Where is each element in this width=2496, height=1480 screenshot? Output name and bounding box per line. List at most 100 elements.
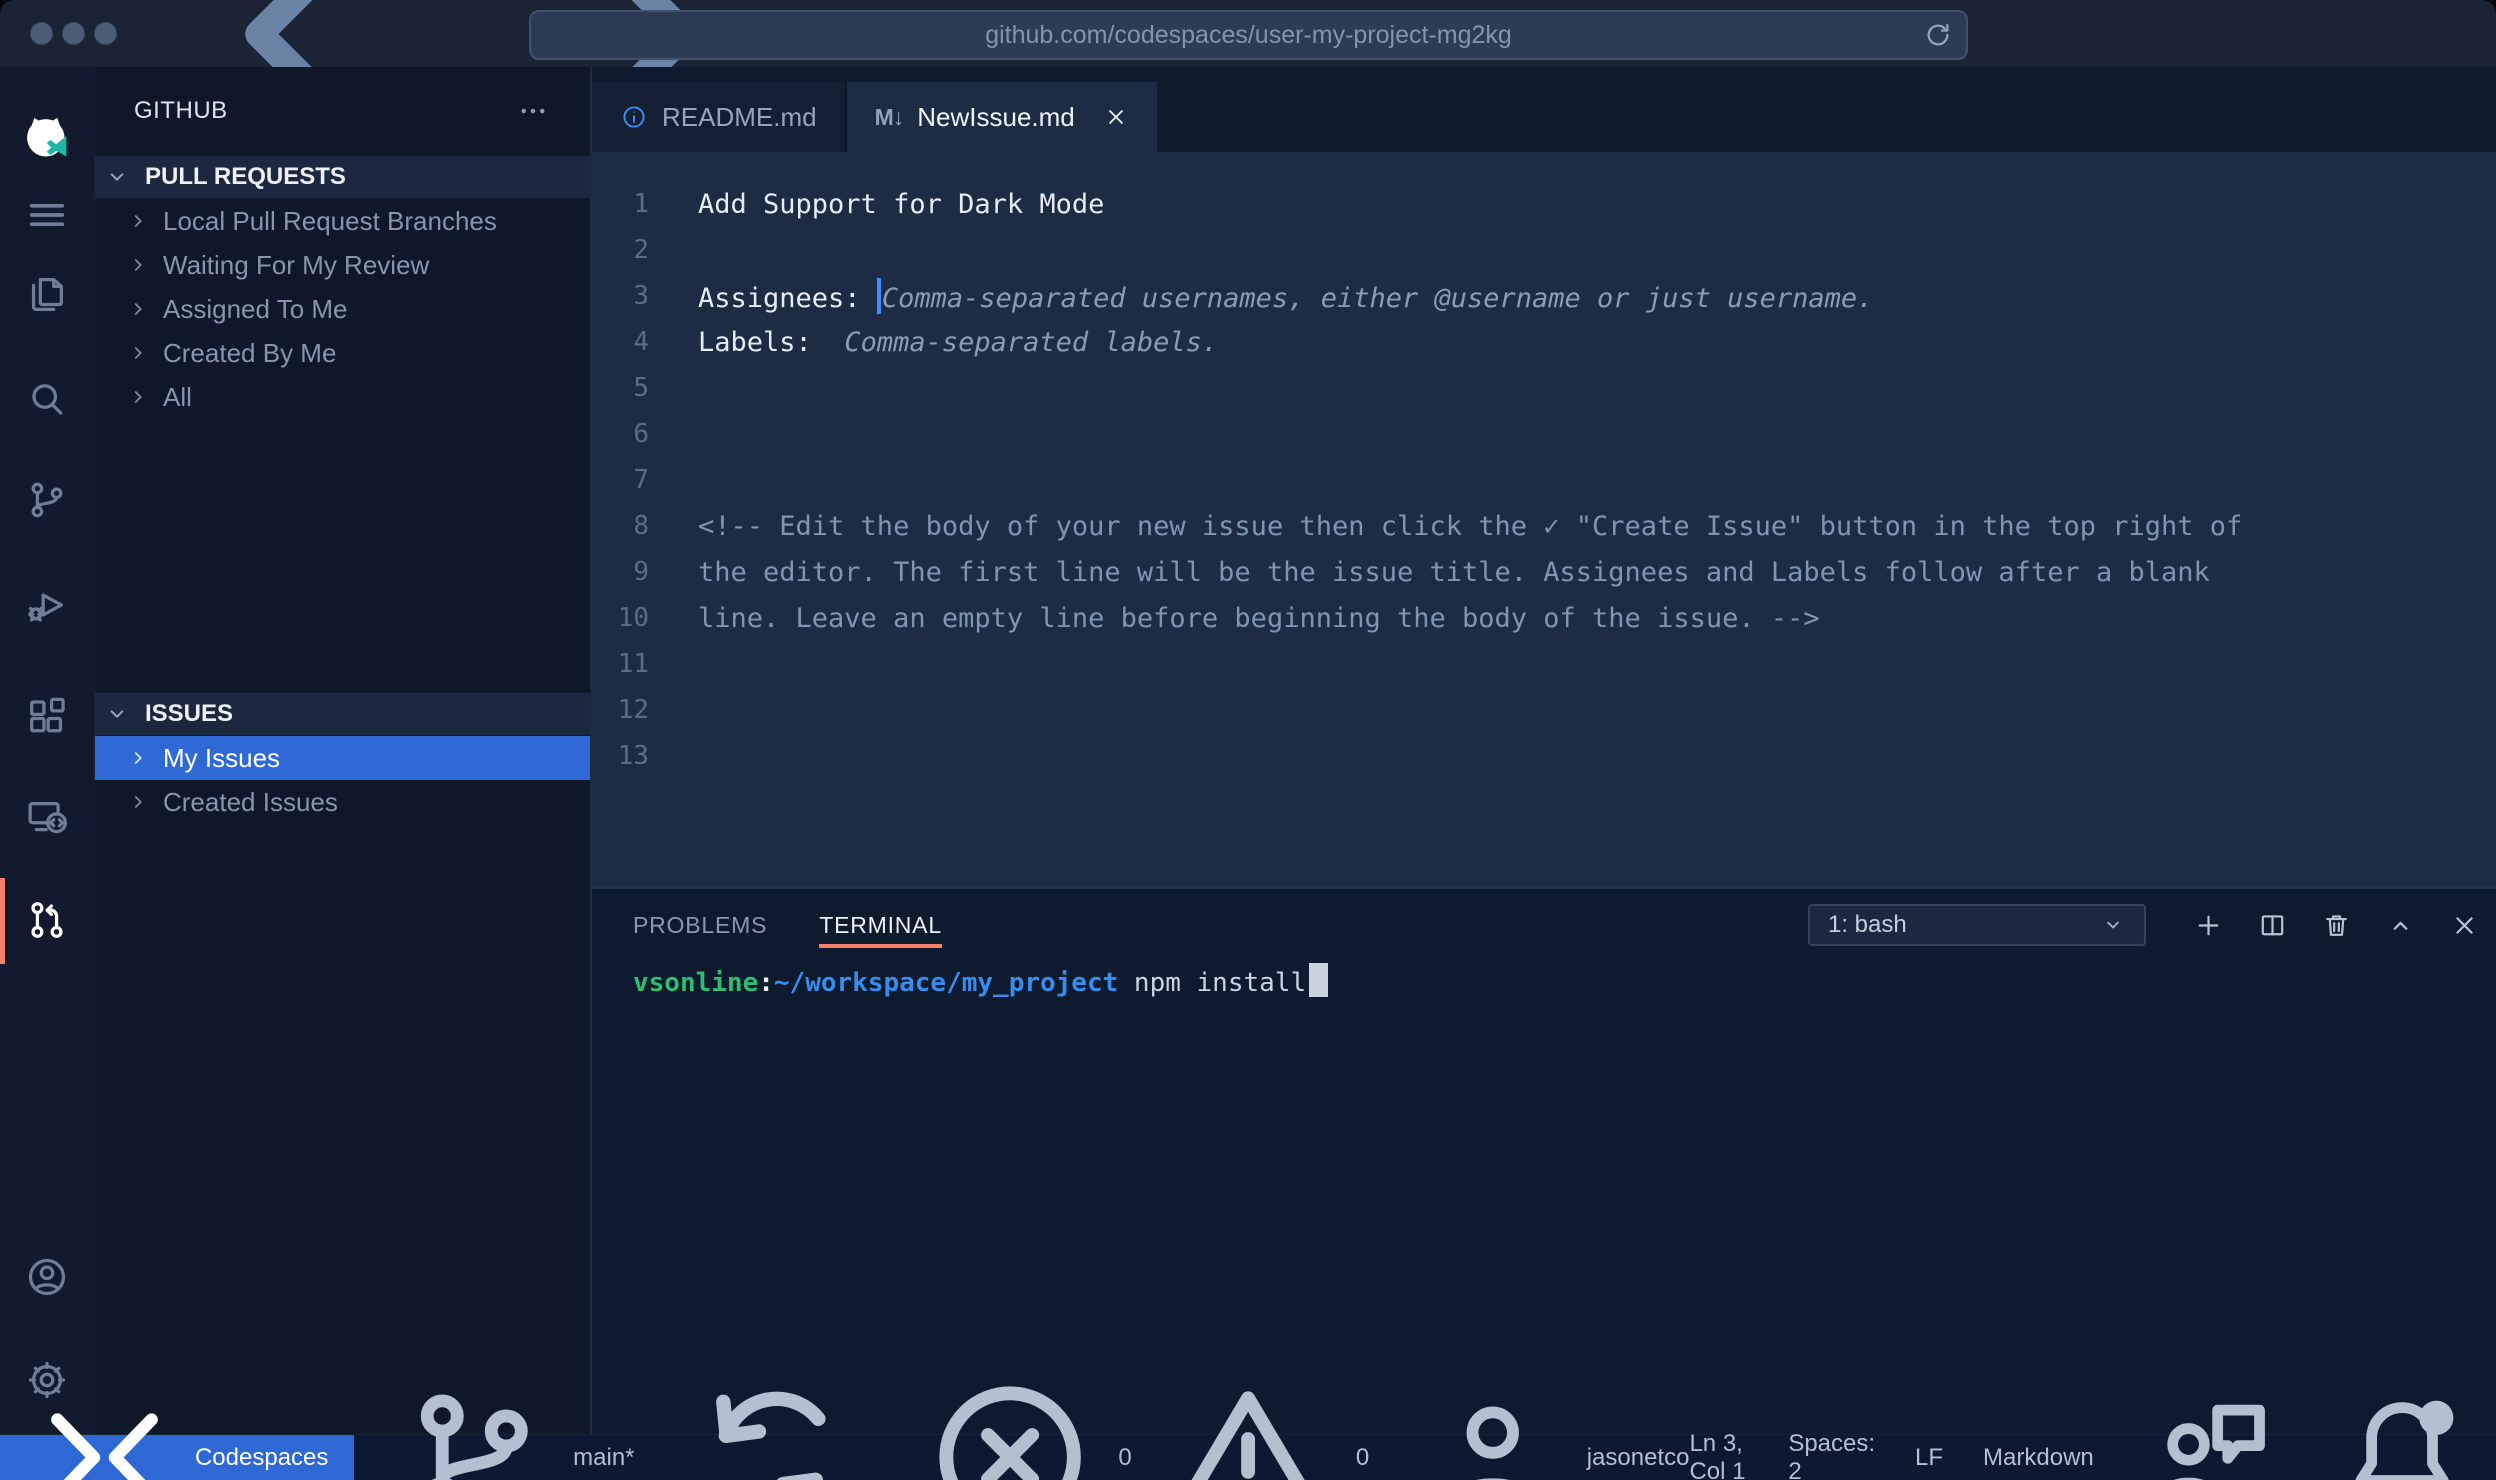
activity-item-menu[interactable] bbox=[0, 175, 94, 255]
terminal-shell-select[interactable]: 1: bash bbox=[1808, 904, 2146, 946]
activity-item-remote-explorer[interactable] bbox=[0, 777, 94, 857]
line-number: 7 bbox=[592, 465, 649, 495]
close-tab-icon[interactable] bbox=[1103, 104, 1129, 130]
line-content: Add Support for Dark Mode bbox=[698, 189, 1104, 220]
tab-readme[interactable]: README.md bbox=[592, 82, 847, 152]
extensions-icon bbox=[24, 694, 70, 740]
vscode-workbench: GITHUB PULL REQUESTS Local Pull Request B… bbox=[0, 67, 2496, 1435]
text-segment: <!-- Edit the body of your new issue the… bbox=[698, 511, 2242, 542]
editor-line: 1 Add Support for Dark Mode bbox=[592, 181, 2496, 227]
tab-terminal[interactable]: TERMINAL bbox=[819, 889, 942, 961]
text-segment: the editor. The first line will be the i… bbox=[698, 557, 2210, 588]
text-segment: Comma-separated labels. bbox=[844, 327, 1218, 358]
editor-tabbar: README.md M↓ NewIssue.md bbox=[592, 67, 2496, 152]
sidebar-item-all[interactable]: All bbox=[95, 375, 590, 419]
sidebar-item-label: Created By Me bbox=[163, 338, 336, 369]
window-minimize-button[interactable] bbox=[62, 22, 85, 45]
activity-bar bbox=[0, 67, 95, 1435]
chevron-right-icon bbox=[125, 340, 151, 366]
tab-newissue[interactable]: M↓ NewIssue.md bbox=[847, 82, 1157, 152]
github-vscode-logo bbox=[18, 110, 76, 168]
editor-line: 8 <!-- Edit the body of your new issue th… bbox=[592, 503, 2496, 549]
activity-item-run-debug[interactable] bbox=[0, 565, 94, 645]
bell-icon[interactable] bbox=[2326, 1381, 2478, 1480]
warning-count[interactable]: 0 bbox=[1150, 1359, 1370, 1480]
branch-status[interactable]: main* bbox=[382, 1367, 634, 1480]
terminal-segment: vsonline bbox=[633, 968, 758, 998]
line-number: 8 bbox=[592, 511, 649, 541]
activity-item-explorer[interactable] bbox=[0, 254, 94, 334]
sidebar-item-waiting-for-my-review[interactable]: Waiting For My Review bbox=[95, 243, 590, 287]
window-close-button[interactable] bbox=[30, 22, 53, 45]
markdown-editor[interactable]: 1Add Support for Dark Mode23Assignees: C… bbox=[592, 152, 2496, 887]
git-branch-icon bbox=[382, 1367, 563, 1480]
cursor-position[interactable]: Ln 3, Col 1 bbox=[1689, 1430, 1748, 1480]
panel-controls: 1: bash bbox=[1808, 889, 2480, 961]
pull-request-icon bbox=[24, 897, 70, 943]
sync-icon bbox=[669, 1356, 873, 1480]
chevron-down-icon bbox=[2100, 912, 2126, 938]
chevron-down-icon bbox=[103, 163, 131, 191]
signed-in-user[interactable]: jasonetco bbox=[1409, 1374, 1689, 1480]
sidebar-item-local-pull-request-branches[interactable]: Local Pull Request Branches bbox=[95, 199, 590, 243]
line-number: 10 bbox=[592, 603, 649, 633]
tab-problems[interactable]: PROBLEMS bbox=[633, 889, 767, 961]
terminal-segment: ~/workspace/my_project bbox=[774, 968, 1118, 998]
bottom-panel: PROBLEMS TERMINAL 1: bash vsonline:~/wor… bbox=[592, 887, 2496, 1435]
reload-icon[interactable] bbox=[1922, 19, 1954, 51]
line-number: 11 bbox=[592, 649, 649, 679]
eol-setting[interactable]: LF bbox=[1915, 1444, 1943, 1472]
indentation-setting[interactable]: Spaces: 2 bbox=[1788, 1430, 1875, 1480]
split-terminal-button[interactable] bbox=[2257, 910, 2288, 941]
activity-item-github-pull-requests[interactable] bbox=[0, 880, 94, 960]
activity-item-extensions[interactable] bbox=[0, 677, 94, 757]
codespaces-remote-icon bbox=[26, 1379, 183, 1480]
line-content: Labels: Comma-separated labels. bbox=[698, 327, 1218, 358]
sidebar-item-created-issues[interactable]: Created Issues bbox=[95, 780, 590, 824]
section-header-issues[interactable]: ISSUES bbox=[95, 692, 590, 736]
activity-item-source-control[interactable] bbox=[0, 460, 94, 540]
shell-select-value: 1: bash bbox=[1828, 911, 1907, 939]
line-number: 4 bbox=[592, 327, 649, 357]
editor-line: 7 bbox=[592, 457, 2496, 503]
kill-terminal-button[interactable] bbox=[2321, 910, 2352, 941]
tab-label: README.md bbox=[662, 102, 817, 133]
language-mode[interactable]: Markdown bbox=[1983, 1444, 2094, 1472]
sidebar-item-label: Local Pull Request Branches bbox=[163, 206, 497, 237]
editor-cursor bbox=[877, 278, 881, 314]
maximize-panel-button[interactable] bbox=[2385, 910, 2416, 941]
status-bar-right: Ln 3, Col 1 Spaces: 2 LF Markdown bbox=[1689, 1381, 2496, 1480]
sidebar-item-label: Created Issues bbox=[163, 787, 338, 818]
chevron-right-icon bbox=[125, 789, 151, 815]
line-content: Assignees: Comma-separated usernames, ei… bbox=[698, 278, 1873, 314]
remote-explorer-icon bbox=[24, 794, 70, 840]
activity-item-account[interactable] bbox=[0, 1237, 94, 1317]
feedback-icon[interactable] bbox=[2134, 1381, 2286, 1480]
window-zoom-button[interactable] bbox=[94, 22, 117, 45]
new-terminal-button[interactable] bbox=[2193, 910, 2224, 941]
activity-item-github-codespaces-logo[interactable] bbox=[0, 99, 94, 179]
more-actions-icon[interactable] bbox=[516, 94, 550, 128]
sidebar-item-assigned-to-me[interactable]: Assigned To Me bbox=[95, 287, 590, 331]
files-icon bbox=[24, 271, 70, 317]
section-header-pull-requests[interactable]: PULL REQUESTS bbox=[95, 155, 590, 199]
sync-status[interactable] bbox=[669, 1356, 873, 1480]
sidebar-item-created-by-me[interactable]: Created By Me bbox=[95, 331, 590, 375]
editor-line: 10line. Leave an empty line before begin… bbox=[592, 595, 2496, 641]
person-icon bbox=[1409, 1374, 1576, 1480]
sidebar-header: GITHUB bbox=[95, 67, 590, 155]
terminal-output[interactable]: vsonline:~/workspace/my_project npm inst… bbox=[592, 961, 2496, 1003]
remote-indicator[interactable]: Codespaces bbox=[0, 1435, 354, 1480]
line-number: 1 bbox=[592, 189, 649, 219]
sidebar-item-my-issues[interactable]: My Issues bbox=[95, 736, 590, 780]
warning-icon bbox=[1150, 1359, 1346, 1480]
close-panel-button[interactable] bbox=[2449, 910, 2480, 941]
editor-line: 9the editor. The first line will be the … bbox=[592, 549, 2496, 595]
error-count[interactable]: 0 bbox=[912, 1359, 1132, 1480]
editor-line: 3Assignees: Comma-separated usernames, e… bbox=[592, 273, 2496, 319]
chevron-right-icon bbox=[125, 745, 151, 771]
browser-address-bar[interactable]: github.com/codespaces/user-my-project-mg… bbox=[529, 10, 1968, 60]
activity-item-search[interactable] bbox=[0, 360, 94, 440]
chevron-down-icon bbox=[103, 700, 131, 728]
sidebar-spacer bbox=[95, 419, 590, 692]
